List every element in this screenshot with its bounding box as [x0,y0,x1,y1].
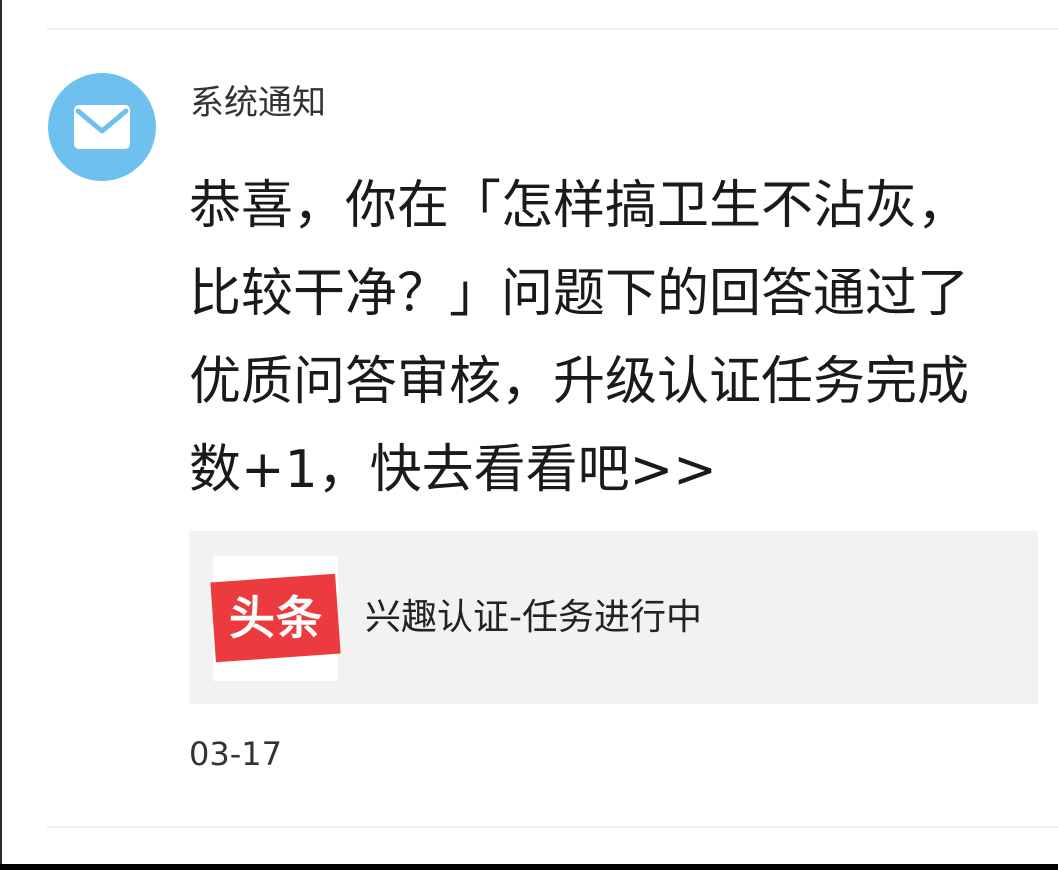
task-card[interactable]: 头条 兴趣认证-任务进行中 [189,531,1038,704]
notification-message[interactable]: 恭喜，你在「怎样搞卫生不沾灰，比较干净？」问题下的回答通过了优质问答审核，升级认… [189,162,1019,514]
notification-screen: 系统通知 恭喜，你在「怎样搞卫生不沾灰，比较干净？」问题下的回答通过了优质问答审… [0,0,1058,864]
timestamp: 03-17 [189,735,282,773]
card-thumbnail: 头条 [210,556,341,681]
mail-icon [74,105,130,149]
top-divider [47,28,1058,30]
toutiao-logo: 头条 [210,573,341,663]
system-avatar [48,73,156,181]
bottom-divider [47,826,1058,828]
card-title: 兴趣认证-任务进行中 [365,597,702,638]
sender-name: 系统通知 [190,83,326,123]
toutiao-logo-text: 头条 [228,591,323,645]
bottom-bar [0,864,1058,870]
